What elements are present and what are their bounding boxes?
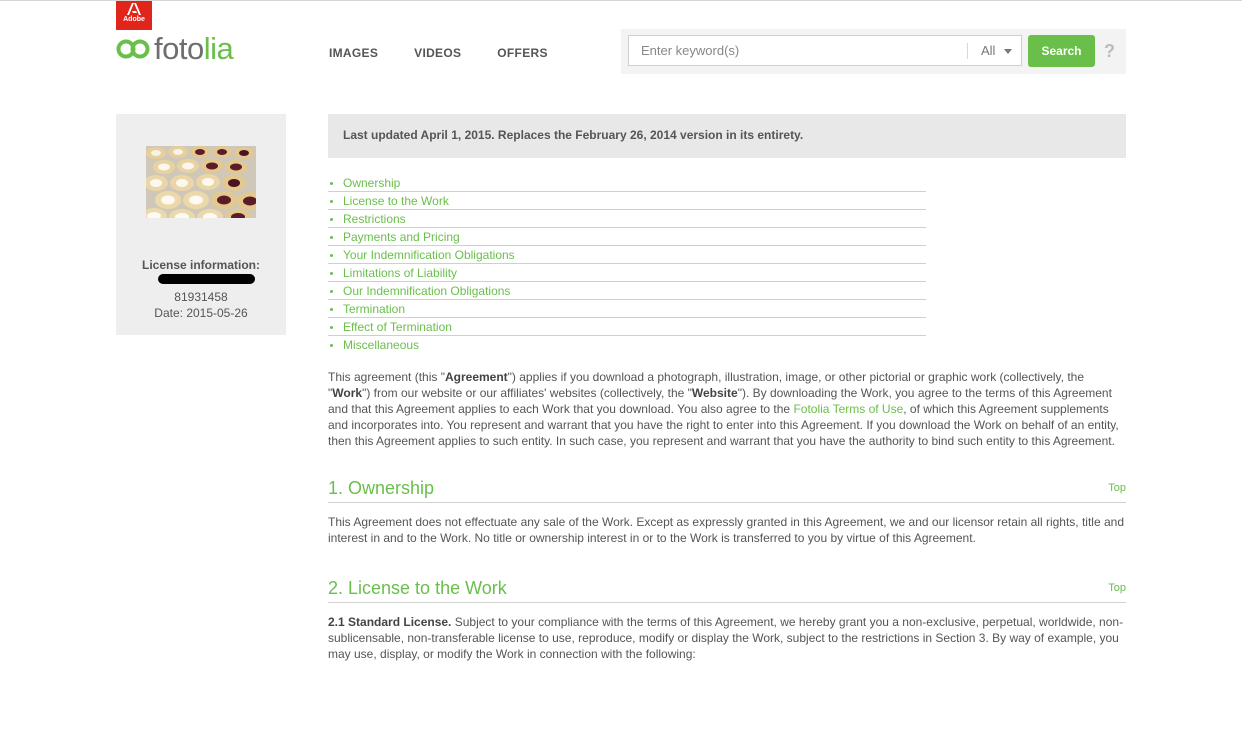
chevron-down-icon <box>1004 48 1013 54</box>
bullet-icon <box>330 181 333 185</box>
search-input[interactable] <box>641 43 961 58</box>
bullet-icon <box>330 199 333 203</box>
nav-offers[interactable]: OFFERS <box>497 46 547 60</box>
toc-link-effect-of-termination[interactable]: Effect of Termination <box>343 320 452 334</box>
section-title: 1. Ownership <box>328 478 435 498</box>
toc-item: Termination <box>328 301 926 318</box>
toc-link-your-indemnification[interactable]: Your Indemnification Obligations <box>343 248 515 262</box>
intro-bold: Work <box>332 386 363 400</box>
section-title: 2. License to the Work <box>328 578 507 598</box>
fotolia-rings-icon <box>116 39 150 59</box>
search-bar: All Search ? <box>621 29 1126 74</box>
adobe-logo-icon <box>127 3 141 15</box>
section-body-ownership: This Agreement does not effectuate any s… <box>328 515 1124 545</box>
toc-item: Payments and Pricing <box>328 229 926 246</box>
fotolia-logo[interactable]: fotolia <box>116 31 234 66</box>
search-box: All <box>628 35 1022 66</box>
logo-prefix: foto <box>154 31 204 66</box>
toc-link-our-indemnification[interactable]: Our Indemnification Obligations <box>343 284 510 298</box>
bullet-icon <box>330 307 333 311</box>
toc-item: Ownership <box>328 175 926 192</box>
search-divider <box>967 43 968 59</box>
nav-videos[interactable]: VIDEOS <box>414 46 461 60</box>
bullet-icon <box>330 253 333 257</box>
help-icon[interactable]: ? <box>1104 41 1115 62</box>
toc-link-limitations[interactable]: Limitations of Liability <box>343 266 457 280</box>
toc-link-license[interactable]: License to the Work <box>343 194 449 208</box>
last-updated-notice: Last updated April 1, 2015. Replaces the… <box>328 114 1126 158</box>
toc-link-ownership[interactable]: Ownership <box>343 176 400 190</box>
adobe-label: Adobe <box>123 16 145 23</box>
image-thumbnail[interactable] <box>146 146 256 218</box>
toc-link-miscellaneous[interactable]: Miscellaneous <box>343 338 419 352</box>
toc-item: Effect of Termination <box>328 319 926 336</box>
terms-of-use-link[interactable]: Fotolia Terms of Use <box>793 402 903 416</box>
toc-item: Restrictions <box>328 211 926 228</box>
logo-suffix: lia <box>203 31 234 66</box>
top-link[interactable]: Top <box>1108 582 1126 594</box>
search-button[interactable]: Search <box>1028 35 1095 67</box>
toc-item: Miscellaneous <box>328 337 926 353</box>
section-header-license: 2. License to the Work Top <box>328 576 1126 603</box>
main-nav: IMAGES VIDEOS OFFERS <box>329 46 584 60</box>
nav-images[interactable]: IMAGES <box>329 46 378 60</box>
category-value: All <box>981 43 996 58</box>
bullet-icon <box>330 325 333 329</box>
logo-wordmark: fotolia <box>154 31 234 66</box>
toc-link-restrictions[interactable]: Restrictions <box>343 212 406 226</box>
clause-title: 2.1 Standard License. <box>328 615 452 629</box>
bullet-icon <box>330 235 333 239</box>
license-info-title: License information: <box>141 258 260 272</box>
bullet-icon <box>330 289 333 293</box>
top-link[interactable]: Top <box>1108 482 1126 494</box>
redacted-name <box>158 274 255 284</box>
license-id: 81931458 <box>174 290 228 304</box>
adobe-badge[interactable]: Adobe <box>116 1 152 30</box>
agreement-content: Last updated April 1, 2015. Replaces the… <box>328 114 1126 662</box>
intro-text: This agreement (this " <box>328 370 445 384</box>
section-body-license: 2.1 Standard License. Subject to your co… <box>328 614 1126 662</box>
intro-bold: Website <box>691 386 738 400</box>
intro-bold: Agreement <box>444 370 508 384</box>
section-header-ownership: 1. Ownership Top <box>328 476 1126 503</box>
license-date: Date: 2015-05-26 <box>154 306 248 320</box>
toc-link-termination[interactable]: Termination <box>343 302 405 316</box>
toc-item: License to the Work <box>328 193 926 210</box>
toc-item: Your Indemnification Obligations <box>328 247 926 264</box>
toc-item: Limitations of Liability <box>328 265 926 282</box>
bullet-icon <box>330 271 333 275</box>
toc-item: Our Indemnification Obligations <box>328 283 926 300</box>
intro-paragraph: This agreement (this "Agreement") applie… <box>328 369 1126 449</box>
intro-text: ") from our website or our affiliates' w… <box>362 386 692 400</box>
bullet-icon <box>330 217 333 221</box>
bullet-icon <box>330 343 333 347</box>
toc-link-payments[interactable]: Payments and Pricing <box>343 230 460 244</box>
category-select[interactable]: All <box>981 43 1013 58</box>
table-of-contents: Ownership License to the Work Restrictio… <box>328 175 926 353</box>
license-sidebar: License information: 81931458 Date: 2015… <box>116 114 286 335</box>
